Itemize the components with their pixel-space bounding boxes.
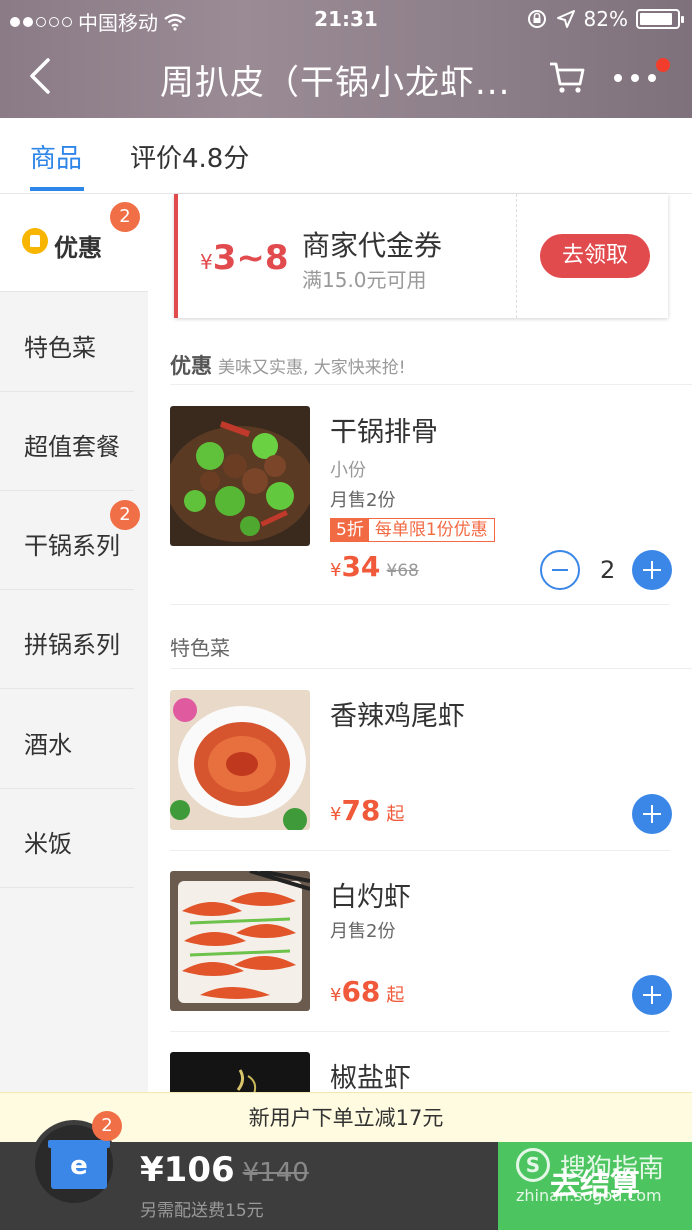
tab-goods[interactable]: 商品	[30, 138, 82, 175]
dish-item: 椒盐虾	[170, 1052, 670, 1192]
dish-price: ¥68 起	[330, 975, 405, 1008]
divider	[170, 604, 670, 605]
location-icon	[556, 10, 575, 28]
header: 中国移动 21:31 82% 周扒皮（干锅小龙虾...	[0, 0, 692, 118]
sidebar-item-label: 拼锅系列	[24, 631, 120, 659]
dish-item: 白灼虾 月售2份 ¥68 起	[170, 871, 672, 1021]
menu-list: ¥3~8 商家代金券 满15.0元可用 去领取 优惠 美味又实惠, 大家快来抢! …	[148, 194, 692, 1192]
sidebar-item-mixed-pot[interactable]: 拼锅系列	[0, 591, 134, 689]
dish-item: 干锅排骨 小份 月售2份 5折 每单限1份优惠 ¥34 ¥68 2	[170, 406, 672, 590]
dish-image[interactable]	[170, 406, 310, 546]
section-header-specialty: 特色菜	[170, 636, 230, 660]
dish-original-price: ¥68	[386, 561, 419, 581]
watermark-url: zhinan.sogou.com	[516, 1186, 662, 1205]
dish-name: 干锅排骨	[330, 417, 438, 448]
section-header-discount: 优惠 美味又实惠, 大家快来抢!	[170, 354, 406, 378]
back-icon[interactable]	[22, 54, 62, 98]
discount-tag: 5折 每单限1份优惠	[330, 518, 495, 542]
sidebar-item-rice[interactable]: 米饭	[0, 790, 134, 888]
sidebar-item-label: 干锅系列	[24, 532, 120, 560]
voucher-condition: 满15.0元可用	[302, 268, 427, 292]
claim-voucher-button[interactable]: 去领取	[540, 234, 650, 278]
cart-count-badge: 2	[92, 1111, 122, 1141]
dish-quantity: 2	[600, 556, 616, 584]
voucher-card: ¥3~8 商家代金券 满15.0元可用 去领取	[174, 194, 668, 318]
status-bar: 中国移动 21:31 82%	[0, 0, 692, 38]
plus-icon[interactable]	[632, 975, 672, 1015]
divider	[170, 850, 670, 851]
cart-total: ¥106 ¥140	[140, 1150, 309, 1190]
divider	[170, 384, 692, 385]
category-sidebar: 优惠 2 特色菜 超值套餐 干锅系列 2 拼锅系列 酒水 米饭	[0, 194, 148, 1094]
sidebar-badge: 2	[110, 202, 140, 232]
voucher-divider	[516, 194, 517, 318]
sidebar-item-combo[interactable]: 超值套餐	[0, 393, 134, 491]
sidebar-item-label: 超值套餐	[24, 433, 120, 461]
sidebar-item-discount[interactable]: 优惠 2	[0, 194, 148, 292]
plus-icon[interactable]	[632, 794, 672, 834]
dish-name: 香辣鸡尾虾	[330, 701, 465, 732]
dish-image[interactable]	[170, 690, 310, 830]
dish-sales: 月售2份	[330, 490, 396, 511]
tab-reviews[interactable]: 评价4.8分	[130, 138, 249, 175]
dish-name: 椒盐虾	[330, 1063, 411, 1094]
battery-percent: 82%	[583, 7, 628, 31]
voucher-name: 商家代金券	[302, 229, 443, 262]
dish-name: 白灼虾	[330, 882, 411, 913]
delivery-fee-note: 另需配送费15元	[140, 1201, 264, 1221]
sidebar-item-label: 酒水	[24, 731, 72, 759]
dish-sales: 月售2份	[330, 921, 396, 942]
minus-icon[interactable]	[540, 550, 580, 590]
dish-price: ¥34 ¥68	[330, 550, 419, 583]
active-tab-indicator	[30, 187, 84, 191]
sidebar-item-drinks[interactable]: 酒水	[0, 691, 134, 789]
cart-icon[interactable]	[548, 58, 586, 96]
sogou-logo-icon: S	[516, 1148, 550, 1182]
divider	[170, 668, 692, 669]
cart-original-total: ¥140	[242, 1158, 309, 1188]
sidebar-item-label: 优惠	[54, 234, 102, 262]
watermark-text: 搜狗指南	[560, 1154, 665, 1184]
more-icon[interactable]	[612, 58, 672, 94]
rotation-lock-icon	[527, 10, 546, 28]
coupon-icon	[22, 228, 48, 254]
sidebar-item-label: 米饭	[24, 830, 72, 858]
dish-spec: 小份	[330, 460, 366, 481]
sidebar-item-label: 特色菜	[24, 334, 96, 362]
divider	[170, 1031, 670, 1032]
plus-icon[interactable]	[632, 550, 672, 590]
nav-bar: 周扒皮（干锅小龙虾...	[0, 38, 692, 118]
tab-bar: 商品 评价4.8分	[0, 118, 692, 194]
sidebar-item-dry-pot[interactable]: 干锅系列 2	[0, 492, 140, 590]
battery-icon	[636, 9, 684, 29]
dish-price: ¥78 起	[330, 794, 405, 827]
dish-item: 香辣鸡尾虾 ¥78 起	[170, 690, 672, 840]
page-title: 周扒皮（干锅小龙虾...	[160, 63, 511, 103]
notification-dot	[656, 58, 670, 72]
sidebar-item-specialty[interactable]: 特色菜	[0, 294, 134, 392]
voucher-amount: ¥3~8	[200, 238, 289, 278]
sidebar-badge: 2	[110, 500, 140, 530]
dish-image[interactable]	[170, 871, 310, 1011]
